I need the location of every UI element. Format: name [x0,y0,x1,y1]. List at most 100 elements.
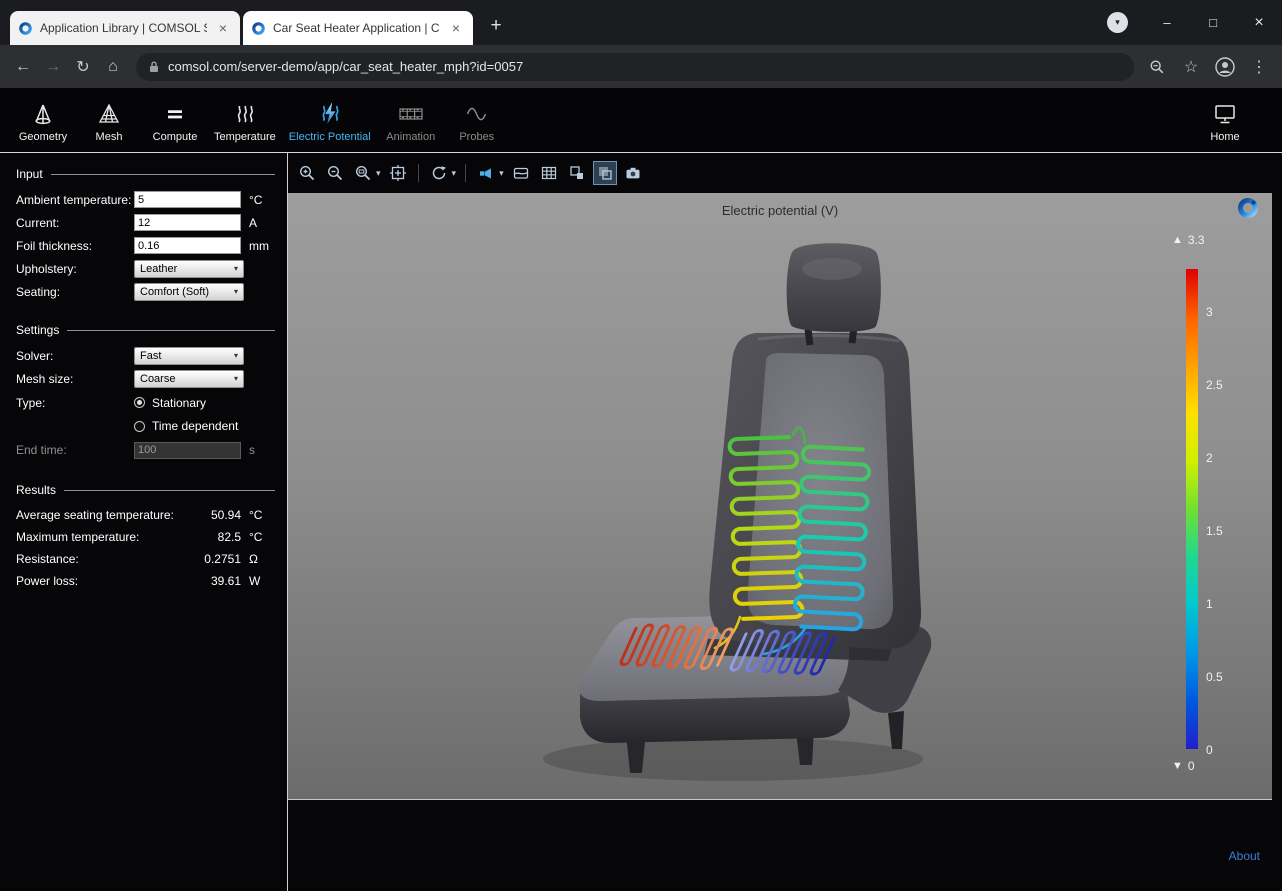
foil-thickness-field[interactable] [134,237,241,254]
result-row-power-loss: Power loss: 39.61 W [16,570,275,592]
tab-application-library[interactable]: Application Library | COMSOL Se × [10,11,240,45]
close-tab-icon[interactable]: × [214,19,232,37]
graphics-toolbar: ▾ ▾ ▾ [288,153,1282,193]
minimize-button[interactable]: – [1144,1,1190,45]
unit-label: mm [249,239,269,253]
colorbar-max-label: ▲ 3.3 [1172,233,1205,247]
browser-tab-strip: Application Library | COMSOL Se × Car Se… [0,0,1282,45]
solver-dropdown[interactable]: Fast ▾ [134,347,244,365]
toolbar-item-geometry[interactable]: Geometry [10,88,76,152]
scene-light-icon[interactable] [475,162,497,184]
result-value: 82.5 [185,530,241,544]
app-ribbon: Geometry Mesh Compute Temperature [0,88,1282,152]
radio-time-dependent[interactable] [134,421,145,432]
result-value: 0.2751 [185,552,241,566]
mesh-size-dropdown[interactable]: Coarse ▾ [134,370,244,388]
compute-icon [163,98,187,126]
ambient-temperature-row: Ambient temperature: °C [16,188,275,211]
tab-title: Application Library | COMSOL Se [40,21,207,35]
home-screen-icon [1212,98,1238,126]
colorbar-tick: 2 [1206,451,1213,465]
zoom-extents-icon[interactable] [387,162,409,184]
about-link[interactable]: About [1229,849,1260,863]
headrest [787,243,881,332]
new-tab-button[interactable]: + [482,12,510,40]
current-row: Current: A [16,211,275,234]
zoom-out-icon[interactable] [324,162,346,184]
current-field[interactable] [134,214,241,231]
colorbar-tick: 3 [1206,305,1213,319]
type-row: Type: Stationary [16,390,275,415]
toolbar-item-home[interactable]: Home [1192,88,1258,152]
chevron-down-icon[interactable]: ▾ [452,168,457,179]
chevron-down-icon: ▾ [234,264,238,273]
unit-label: s [249,443,255,457]
chevron-down-icon: ▾ [234,351,238,360]
seat-leg [888,711,904,749]
toolbar-item-compute[interactable]: Compute [142,88,208,152]
profile-avatar-icon[interactable] [1210,52,1240,82]
results-section-header: Results [16,483,275,497]
comsol-favicon-icon [18,21,33,36]
chevron-down-icon[interactable]: ▾ [499,168,504,179]
colorbar-min-label: ▼ 0 [1172,759,1195,773]
settings-section-header: Settings [16,323,275,337]
graphics-panel: ▾ ▾ ▾ [288,153,1282,891]
comsol-logo-icon[interactable] [1236,196,1260,225]
colorbar-tick: 2.5 [1206,378,1223,392]
mesh-icon [97,98,121,126]
window-close-button[interactable]: × [1236,1,1282,45]
reload-button[interactable]: ↻ [68,52,98,82]
forward-button[interactable]: → [38,52,68,82]
upholstery-row: Upholstery: Leather ▾ [16,257,275,280]
close-tab-icon[interactable]: × [447,19,465,37]
mesh-size-row: Mesh size: Coarse ▾ [16,367,275,390]
result-value: 50.94 [185,508,241,522]
animation-icon [398,98,424,126]
electric-potential-icon [317,98,343,126]
radio-stationary[interactable] [134,397,145,408]
unit-label: W [249,574,273,588]
input-section-header: Input [16,167,275,181]
unit-label: Ω [249,552,273,566]
chevron-down-icon[interactable]: ▾ [376,168,381,179]
tab-search-button[interactable]: ▾ [1107,12,1128,33]
avatar-icon [1215,57,1235,77]
upholstery-dropdown[interactable]: Leather ▾ [134,260,244,278]
snapshot-camera-icon[interactable] [622,162,644,184]
rotate-view-icon[interactable] [428,162,450,184]
triangle-down-icon: ▼ [1172,760,1183,772]
result-row-average-temperature: Average seating temperature: 50.94 °C [16,504,275,526]
parameters-sidebar: Input Ambient temperature: °C Current: A… [0,153,288,891]
ambient-temperature-field[interactable] [134,191,241,208]
toolbar-item-mesh[interactable]: Mesh [76,88,142,152]
zoom-box-icon[interactable] [352,162,374,184]
result-row-maximum-temperature: Maximum temperature: 82.5 °C [16,526,275,548]
car-seat-3d-model[interactable] [288,193,1272,800]
back-button[interactable]: ← [8,52,38,82]
colorbar-tick: 0.5 [1206,670,1223,684]
browser-menu-icon[interactable]: ⋮ [1244,52,1274,82]
unit-label: °C [249,193,262,207]
selection-colors-icon[interactable] [566,162,588,184]
bookmark-star-icon[interactable]: ☆ [1176,52,1206,82]
toolbar-item-animation[interactable]: Animation [378,88,444,152]
url-bar[interactable]: comsol.com/server-demo/app/car_seat_heat… [136,53,1134,81]
transparency-icon[interactable] [594,162,616,184]
environment-reflections-icon[interactable] [510,162,532,184]
browser-home-button[interactable]: ⌂ [98,52,128,82]
page-zoom-icon[interactable] [1142,52,1172,82]
plot-canvas[interactable]: Electric potential (V) [288,193,1272,800]
zoom-in-icon[interactable] [296,162,318,184]
comsol-favicon-icon [251,21,266,36]
toolbar-item-electric-potential[interactable]: Electric Potential [282,88,378,152]
maximize-button[interactable]: □ [1190,1,1236,45]
tab-car-seat-heater[interactable]: Car Seat Heater Application | CO × [243,11,473,45]
toolbar-item-temperature[interactable]: Temperature [208,88,282,152]
show-grid-icon[interactable] [538,162,560,184]
toolbar-item-probes[interactable]: Probes [444,88,510,152]
chevron-down-icon: ▾ [1115,17,1120,28]
seating-dropdown[interactable]: Comfort (Soft) ▾ [134,283,244,301]
magnifier-icon [1149,59,1165,75]
chevron-down-icon: ▾ [234,374,238,383]
